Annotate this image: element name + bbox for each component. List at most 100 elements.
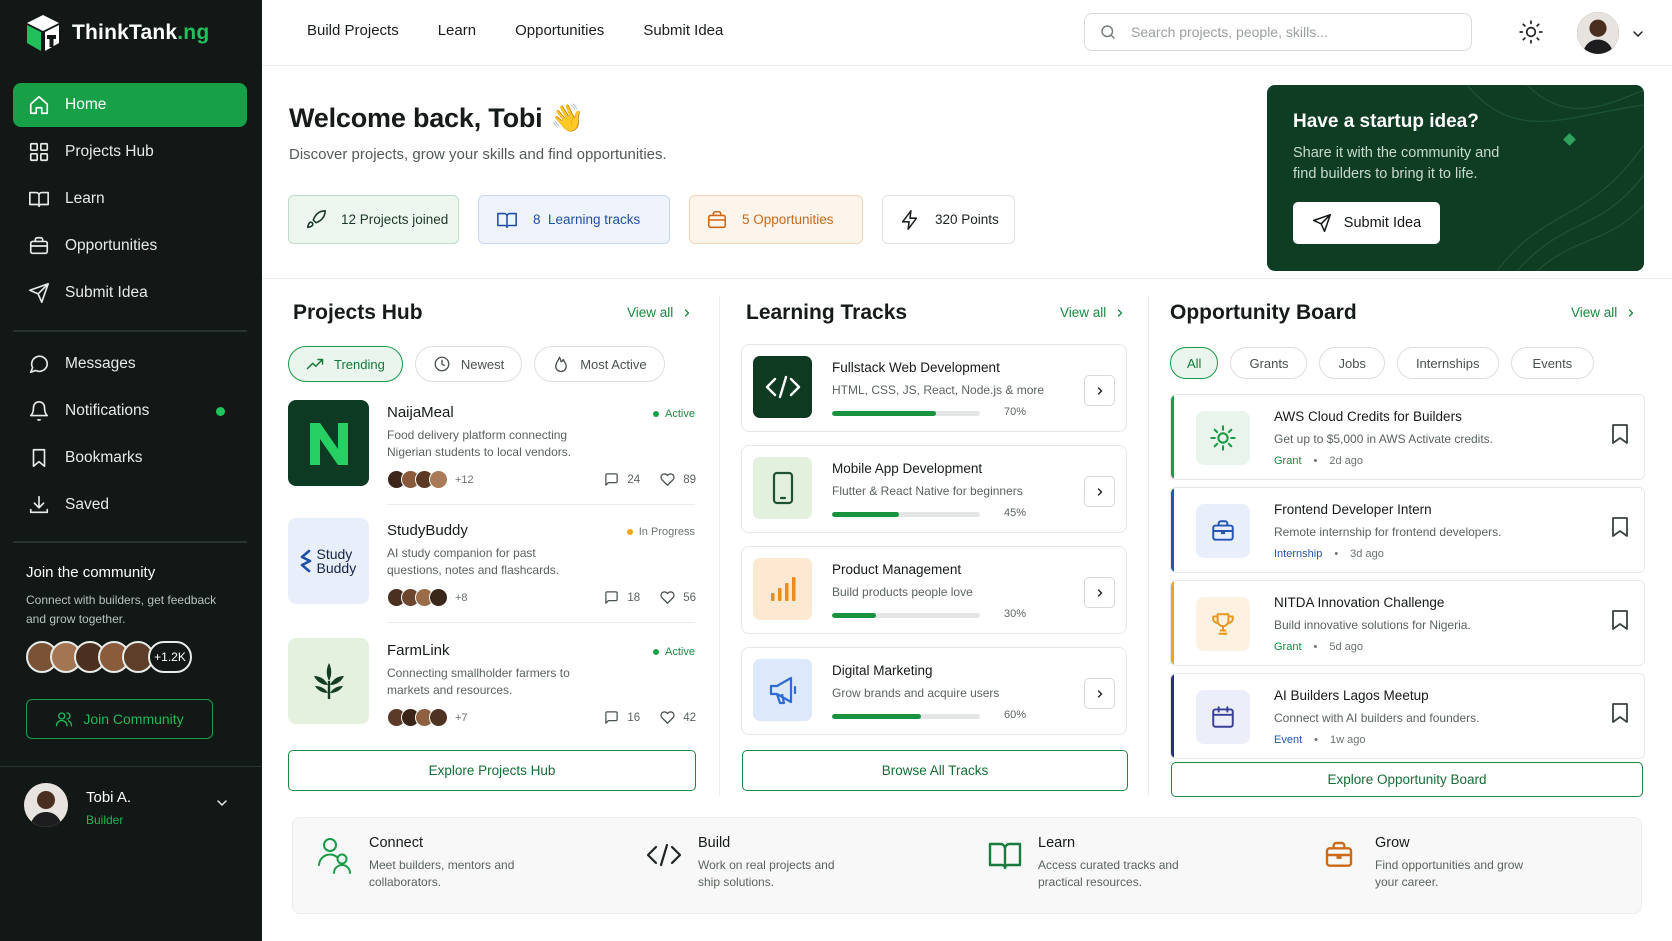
member-avatars: +7	[387, 708, 468, 727]
topnav-opportunities[interactable]: Opportunities	[515, 22, 604, 39]
project-card[interactable]: NaijaMeal Food delivery platform connect…	[288, 400, 696, 500]
bar-chart-icon	[753, 558, 812, 620]
bookmark-icon[interactable]	[1611, 516, 1629, 538]
nav-home[interactable]: Home	[13, 83, 247, 127]
track-progress-bar	[832, 411, 980, 416]
filter-internships[interactable]: Internships	[1396, 347, 1499, 379]
project-stats: 18 56	[604, 590, 696, 605]
filter-newest[interactable]: Newest	[414, 346, 523, 382]
opportunity-card[interactable]: AI Builders Lagos Meetup Connect with AI…	[1170, 673, 1645, 759]
comments-count[interactable]: 24	[604, 472, 640, 487]
likes-count[interactable]: 56	[660, 590, 696, 605]
nav-learn[interactable]: Learn	[13, 177, 247, 221]
home-icon	[27, 93, 51, 117]
filter-events[interactable]: Events	[1510, 347, 1595, 379]
member-avatars: +12	[387, 470, 474, 489]
chevron-down-icon[interactable]	[1630, 26, 1646, 42]
topnav-submit-idea[interactable]: Submit Idea	[643, 22, 723, 39]
nav-saved[interactable]: Saved	[13, 483, 247, 527]
bookmark-icon[interactable]	[1611, 702, 1629, 724]
filter-all[interactable]: All	[1170, 347, 1219, 379]
open-track-button[interactable]	[1084, 678, 1115, 709]
bookmark-icon[interactable]	[1611, 609, 1629, 631]
filter-trending[interactable]: Trending	[288, 346, 403, 382]
brand-name: ThinkTank.ng	[72, 21, 210, 44]
nav-projects-hub[interactable]: Projects Hub	[13, 130, 247, 174]
filter-grants[interactable]: Grants	[1230, 347, 1308, 379]
sun-icon[interactable]	[1518, 19, 1544, 45]
track-progress-fill	[832, 411, 936, 416]
nav-notifications[interactable]: Notifications	[13, 389, 247, 433]
track-progress-text: 60%	[1004, 709, 1027, 721]
community-avatars: +1.2K	[26, 641, 236, 673]
user-menu[interactable]: Tobi A. Builder	[0, 766, 262, 941]
nav-bookmarks[interactable]: Bookmarks	[13, 436, 247, 480]
comments-count[interactable]: 16	[604, 710, 640, 725]
grid-icon	[27, 140, 51, 164]
comments-count[interactable]: 18	[604, 590, 640, 605]
track-name: Digital Marketing	[832, 663, 933, 678]
explore-opportunity-board-button[interactable]: Explore Opportunity Board	[1171, 762, 1643, 797]
stat-opportunities[interactable]: 5 Opportunities	[689, 195, 863, 244]
nav-opportunities[interactable]: Opportunities	[13, 224, 247, 268]
sidebar-divider	[13, 541, 247, 543]
search-input[interactable]	[1131, 24, 1431, 40]
naijameal-logo	[288, 400, 369, 486]
open-track-button[interactable]	[1084, 375, 1115, 406]
submit-idea-button[interactable]: Submit Idea	[1293, 202, 1440, 244]
projects-view-all[interactable]: View all	[627, 305, 693, 320]
project-card[interactable]: Study Buddy StudyBuddy AI study companio…	[288, 518, 696, 618]
stat-label: 320 Points	[935, 212, 999, 227]
opportunity-card[interactable]: NITDA Innovation Challenge Build innovat…	[1170, 580, 1645, 666]
track-card[interactable]: Fullstack Web Development HTML, CSS, JS,…	[741, 344, 1127, 432]
chevron-right-icon	[1114, 307, 1126, 319]
track-progress-bar	[832, 613, 980, 618]
track-card[interactable]: Product Management Build products people…	[741, 546, 1127, 634]
stat-learning-tracks[interactable]: 8 Learning tracks	[478, 195, 670, 244]
topnav-build-projects[interactable]: Build Projects	[307, 22, 399, 39]
project-card[interactable]: FarmLink Connecting smallholder farmers …	[288, 638, 696, 738]
track-progress-fill	[832, 714, 921, 719]
filter-jobs[interactable]: Jobs	[1319, 347, 1385, 379]
likes-count[interactable]: 42	[660, 710, 696, 725]
status-badge: Active	[653, 646, 695, 658]
opportunity-card[interactable]: Frontend Developer Intern Remote interns…	[1170, 487, 1645, 573]
leaf-icon	[313, 663, 344, 699]
opportunities-view-all[interactable]: View all	[1571, 305, 1637, 320]
stat-projects-joined[interactable]: 12 Projects joined	[288, 195, 459, 244]
feature-desc: Meet builders, mentors and collaborators…	[369, 858, 515, 889]
join-community-button[interactable]: Join Community	[26, 699, 213, 739]
trophy-icon	[1196, 597, 1250, 651]
briefcase-icon	[27, 234, 51, 258]
topnav-learn[interactable]: Learn	[438, 22, 476, 39]
code-icon	[753, 356, 812, 418]
nav-messages[interactable]: Messages	[13, 342, 247, 386]
community-panel: Join the community Connect with builders…	[26, 564, 236, 673]
explore-projects-button[interactable]: Explore Projects Hub	[288, 750, 696, 791]
heart-icon	[660, 711, 675, 724]
opportunity-card[interactable]: AWS Cloud Credits for Builders Get up to…	[1170, 394, 1645, 480]
nav-label: Learn	[65, 190, 105, 207]
opportunity-meta: Grant • 5d ago	[1274, 641, 1364, 653]
nav-submit-idea[interactable]: Submit Idea	[13, 271, 247, 315]
stat-points[interactable]: 320 Points	[882, 195, 1015, 244]
brand-logo[interactable]: ThinkTank.ng	[26, 12, 209, 54]
track-card[interactable]: Mobile App Development Flutter & React N…	[741, 445, 1127, 533]
chevron-down-icon[interactable]	[214, 795, 230, 811]
member-avatars: +8	[387, 588, 468, 607]
open-track-button[interactable]	[1084, 577, 1115, 608]
bookmark-icon[interactable]	[1611, 423, 1629, 445]
opportunity-desc: Get up to $5,000 in AWS Activate credits…	[1274, 432, 1494, 446]
track-card[interactable]: Digital Marketing Grow brands and acquir…	[741, 647, 1127, 735]
browse-tracks-button[interactable]: Browse All Tracks	[742, 750, 1128, 791]
open-track-button[interactable]	[1084, 476, 1115, 507]
profile-avatar[interactable]	[1577, 12, 1619, 54]
likes-count[interactable]: 89	[660, 472, 696, 487]
search-box[interactable]	[1084, 13, 1472, 51]
track-progress-bar	[832, 714, 980, 719]
filter-most-active[interactable]: Most Active	[534, 346, 665, 382]
opportunity-meta: Event • 1w ago	[1274, 734, 1366, 746]
startup-text: Share it with the community and find bui…	[1293, 145, 1500, 182]
nav-label: Opportunities	[65, 237, 158, 254]
tracks-view-all[interactable]: View all	[1060, 305, 1126, 320]
